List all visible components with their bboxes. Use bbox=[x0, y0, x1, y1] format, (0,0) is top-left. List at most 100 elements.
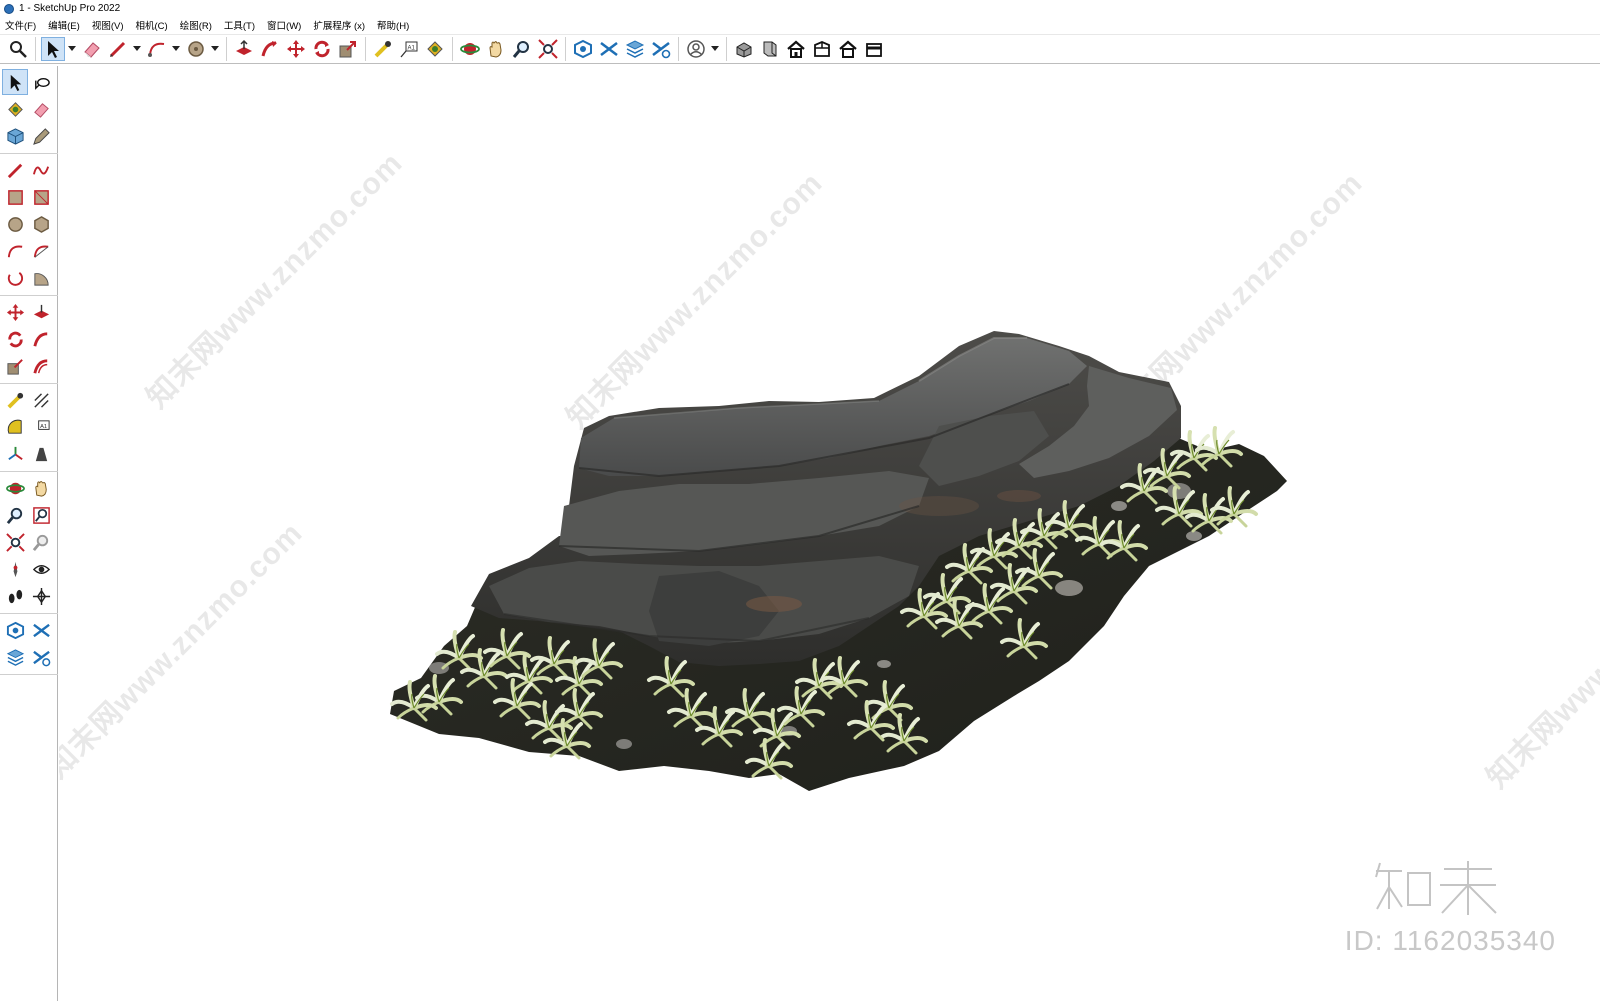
select-icon[interactable] bbox=[2, 69, 28, 95]
arc-icon[interactable] bbox=[145, 37, 169, 61]
toolbar-separator bbox=[452, 37, 453, 61]
select-icon[interactable] bbox=[41, 37, 65, 61]
followme-icon[interactable] bbox=[258, 37, 282, 61]
orbit-small-icon[interactable] bbox=[28, 69, 54, 95]
eraser-icon[interactable] bbox=[28, 96, 54, 122]
previous-view-icon[interactable] bbox=[28, 529, 54, 555]
section-plane-icon[interactable] bbox=[28, 583, 54, 609]
tool-group-edit bbox=[0, 296, 58, 384]
zoom-icon[interactable] bbox=[2, 502, 28, 528]
look-around-icon[interactable] bbox=[28, 556, 54, 582]
zoom-extents-icon[interactable] bbox=[2, 529, 28, 555]
rotate-icon[interactable] bbox=[2, 326, 28, 352]
styles-icon[interactable] bbox=[649, 37, 673, 61]
menu-edit[interactable]: 编辑(E) bbox=[48, 18, 80, 32]
menu-view[interactable]: 视图(V) bbox=[92, 18, 124, 32]
layer-icon[interactable] bbox=[623, 37, 647, 61]
move-icon[interactable] bbox=[284, 37, 308, 61]
layers-icon[interactable] bbox=[2, 644, 28, 670]
front-view-icon[interactable] bbox=[784, 37, 808, 61]
component-icon[interactable] bbox=[2, 123, 28, 149]
menu-help[interactable]: 帮助(H) bbox=[377, 18, 409, 32]
rotate-icon[interactable] bbox=[310, 37, 334, 61]
circle-icon[interactable] bbox=[184, 37, 208, 61]
arc-icon[interactable] bbox=[2, 238, 28, 264]
search-icon[interactable] bbox=[6, 37, 30, 61]
text-icon[interactable]: A1 bbox=[397, 37, 421, 61]
right-view-icon[interactable] bbox=[810, 37, 834, 61]
styles-icon[interactable] bbox=[28, 644, 54, 670]
title-bar: 1 - SketchUp Pro 2022 bbox=[0, 0, 1600, 17]
menu-tools[interactable]: 工具(T) bbox=[224, 18, 255, 32]
arc-2pt-icon[interactable] bbox=[28, 238, 54, 264]
zoom-icon[interactable] bbox=[510, 37, 534, 61]
offset-icon[interactable] bbox=[28, 353, 54, 379]
pushpull-icon[interactable] bbox=[28, 299, 54, 325]
chevron-down-icon[interactable] bbox=[171, 37, 180, 61]
warehouse-icon[interactable] bbox=[571, 37, 595, 61]
extension-warehouse-icon[interactable] bbox=[597, 37, 621, 61]
account-icon[interactable] bbox=[684, 37, 708, 61]
freehand-icon[interactable] bbox=[28, 157, 54, 183]
svg-text:A1: A1 bbox=[408, 46, 416, 52]
main-toolbar: A1 bbox=[0, 34, 1600, 64]
eraser-icon[interactable] bbox=[80, 37, 104, 61]
scale-icon[interactable] bbox=[2, 353, 28, 379]
protractor-icon[interactable] bbox=[2, 414, 28, 440]
pan-icon[interactable] bbox=[28, 475, 54, 501]
chevron-down-icon[interactable] bbox=[67, 37, 76, 61]
polygon-icon[interactable] bbox=[28, 211, 54, 237]
orbit-icon[interactable] bbox=[2, 475, 28, 501]
tape-icon[interactable] bbox=[2, 387, 28, 413]
menu-file[interactable]: 文件(F) bbox=[5, 18, 36, 32]
zoom-window-icon[interactable] bbox=[28, 502, 54, 528]
menu-window[interactable]: 窗口(W) bbox=[267, 18, 301, 32]
scale-icon[interactable] bbox=[336, 37, 360, 61]
position-camera-icon[interactable] bbox=[2, 556, 28, 582]
3d-text-icon[interactable] bbox=[28, 441, 54, 467]
rock-garden-model[interactable] bbox=[59, 66, 1600, 1001]
pushpull-icon[interactable] bbox=[232, 37, 256, 61]
toolbar-separator bbox=[35, 37, 36, 61]
tool-group-warehouse bbox=[0, 614, 58, 675]
pie-icon[interactable] bbox=[28, 265, 54, 291]
warehouse-icon[interactable] bbox=[2, 617, 28, 643]
tool-group-construction: A1 bbox=[0, 384, 58, 472]
paint-icon[interactable] bbox=[423, 37, 447, 61]
pan-icon[interactable] bbox=[484, 37, 508, 61]
tool-group-drawing bbox=[0, 154, 58, 296]
axes-icon[interactable] bbox=[2, 441, 28, 467]
followme-icon[interactable] bbox=[28, 326, 54, 352]
tool-group-principal bbox=[0, 66, 58, 154]
move-icon[interactable] bbox=[2, 299, 28, 325]
orbit-icon[interactable] bbox=[458, 37, 482, 61]
pencil-icon[interactable] bbox=[106, 37, 130, 61]
tape-icon[interactable] bbox=[371, 37, 395, 61]
back-view-icon[interactable] bbox=[836, 37, 860, 61]
text-icon[interactable]: A1 bbox=[28, 414, 54, 440]
menu-camera[interactable]: 相机(C) bbox=[135, 18, 167, 32]
menu-extensions[interactable]: 扩展程序 (x) bbox=[313, 18, 365, 32]
arc-3pt-icon[interactable] bbox=[2, 265, 28, 291]
top-view-icon[interactable] bbox=[758, 37, 782, 61]
walk-icon[interactable] bbox=[2, 583, 28, 609]
chevron-down-icon[interactable] bbox=[210, 37, 219, 61]
chevron-down-icon[interactable] bbox=[710, 37, 719, 61]
rotated-rect-icon[interactable] bbox=[28, 184, 54, 210]
zoom-extents-icon[interactable] bbox=[536, 37, 560, 61]
rectangle-icon[interactable] bbox=[2, 184, 28, 210]
left-view-icon[interactable] bbox=[862, 37, 886, 61]
svg-text:A1: A1 bbox=[40, 423, 47, 429]
toolbar-separator bbox=[365, 37, 366, 61]
tag-icon[interactable] bbox=[28, 123, 54, 149]
line-icon[interactable] bbox=[2, 157, 28, 183]
iso-view-icon[interactable] bbox=[732, 37, 756, 61]
circle-icon[interactable] bbox=[2, 211, 28, 237]
extension-warehouse-icon[interactable] bbox=[28, 617, 54, 643]
menu-draw[interactable]: 绘图(R) bbox=[180, 18, 212, 32]
toolbar-separator bbox=[226, 37, 227, 61]
model-viewport[interactable]: 知末网www.znzmo.com 知末网www.znzmo.com 知末网www… bbox=[59, 66, 1600, 1001]
chevron-down-icon[interactable] bbox=[132, 37, 141, 61]
dimension-icon[interactable] bbox=[28, 387, 54, 413]
paint-bucket-icon[interactable] bbox=[2, 96, 28, 122]
